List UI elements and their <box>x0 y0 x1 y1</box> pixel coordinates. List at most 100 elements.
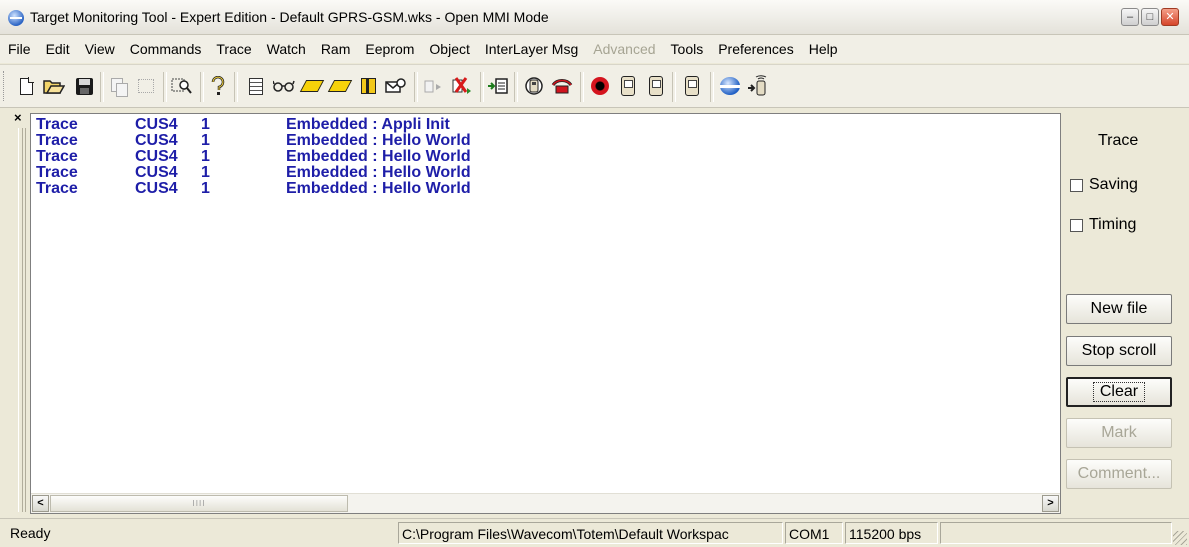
trace-level: 1 <box>201 116 210 133</box>
comment-button: Comment... <box>1066 459 1172 489</box>
status-empty-panel <box>940 522 1172 544</box>
record-icon[interactable] <box>588 74 612 98</box>
title-bar[interactable]: Target Monitoring Tool - Expert Edition … <box>0 0 1189 35</box>
app-icon[interactable] <box>8 10 24 26</box>
trace-module: CUS4 <box>135 116 178 133</box>
trace-module: CUS4 <box>135 148 178 165</box>
toolbar-separator <box>710 72 714 102</box>
clear-button[interactable]: Clear <box>1066 377 1172 407</box>
menu-interlayer-msg[interactable]: InterLayer Msg <box>477 41 585 57</box>
trace-level: 1 <box>201 132 210 149</box>
trace-message: Embedded : Hello World <box>286 180 471 197</box>
menu-tools[interactable]: Tools <box>663 41 711 57</box>
menu-object[interactable]: Object <box>421 41 476 57</box>
scroll-right-button[interactable]: > <box>1042 495 1059 512</box>
timing-checkbox-box[interactable] <box>1070 218 1083 232</box>
phone-icon[interactable] <box>522 74 546 98</box>
trace-line[interactable]: Trace CUS4 1 Embedded : Hello World <box>34 149 1060 165</box>
close-button[interactable]: ✕ <box>1161 8 1179 26</box>
window-title: Target Monitoring Tool - Expert Edition … <box>30 9 549 25</box>
trace-line[interactable]: Trace CUS4 1 Embedded : Hello World <box>34 181 1060 197</box>
phone-edit-icon[interactable] <box>680 74 704 98</box>
stop-scroll-button[interactable]: Stop scroll <box>1066 336 1172 366</box>
clear-button-label: Clear <box>1092 382 1146 402</box>
trace-output-panel[interactable]: Trace CUS4 1 Embedded : Appli Init Trace… <box>30 113 1061 514</box>
saving-checkbox[interactable]: Saving <box>1070 176 1138 194</box>
edit-icon[interactable] <box>327 74 353 98</box>
menu-commands[interactable]: Commands <box>122 41 209 57</box>
toolbar-grip[interactable] <box>3 71 7 101</box>
menu-eeprom[interactable]: Eeprom <box>357 41 421 57</box>
scroll-thumb[interactable]: IIII <box>50 495 348 512</box>
new-file-button-label: New file <box>1090 300 1148 317</box>
menu-watch[interactable]: Watch <box>259 41 313 57</box>
message-icon[interactable] <box>384 74 408 98</box>
toolbar-separator <box>200 72 204 102</box>
trace-level: 1 <box>201 180 210 197</box>
trace-line[interactable]: Trace CUS4 1 Embedded : Hello World <box>34 165 1060 181</box>
edit-icon[interactable] <box>299 74 325 98</box>
insert-icon[interactable] <box>486 74 510 98</box>
help-icon[interactable] <box>206 74 230 98</box>
trace-line[interactable]: Trace CUS4 1 Embedded : Hello World <box>34 133 1060 149</box>
trace-message: Embedded : Hello World <box>286 164 471 181</box>
new-file-button[interactable]: New file <box>1066 294 1172 324</box>
connect-icon[interactable] <box>718 74 742 98</box>
saving-label: Saving <box>1089 176 1138 193</box>
find-icon[interactable] <box>170 74 194 98</box>
trace-module: CUS4 <box>135 132 178 149</box>
phone-up-icon[interactable] <box>616 74 640 98</box>
saving-checkbox-box[interactable] <box>1070 178 1083 192</box>
trace-line[interactable]: Trace CUS4 1 Embedded : Appli Init <box>34 117 1060 133</box>
resize-grip[interactable] <box>1173 531 1187 545</box>
trace-type: Trace <box>36 132 78 149</box>
trace-level: 1 <box>201 148 210 165</box>
menu-advanced: Advanced <box>593 41 656 57</box>
gift-icon[interactable] <box>356 74 380 98</box>
status-port: COM1 <box>785 522 843 544</box>
signal-icon[interactable] <box>746 74 770 98</box>
notepad-icon[interactable] <box>244 74 268 98</box>
dock-close-button[interactable]: × <box>14 110 22 125</box>
scroll-left-button[interactable]: < <box>32 495 49 512</box>
menu-preferences[interactable]: Preferences <box>710 41 800 57</box>
trace-type: Trace <box>36 180 78 197</box>
toolbar-separator <box>414 72 418 102</box>
menu-view[interactable]: View <box>77 41 122 57</box>
main-window: Target Monitoring Tool - Expert Edition … <box>0 0 1189 547</box>
status-baud: 115200 bps <box>845 522 938 544</box>
status-ready: Ready <box>10 525 51 541</box>
menu-edit[interactable]: Edit <box>38 41 77 57</box>
window-controls: – □ ✕ <box>1121 8 1179 26</box>
trace-message: Embedded : Hello World <box>286 132 471 149</box>
menu-file[interactable]: File <box>0 41 38 57</box>
timing-checkbox[interactable]: Timing <box>1070 216 1136 234</box>
glasses-icon[interactable] <box>272 74 296 98</box>
mark-button-label: Mark <box>1101 424 1137 441</box>
status-path: C:\Program Files\Wavecom\Totem\Default W… <box>398 522 783 544</box>
new-file-icon[interactable] <box>14 74 38 98</box>
phone-down-icon[interactable] <box>644 74 668 98</box>
timing-label: Timing <box>1089 216 1137 233</box>
horizontal-scrollbar[interactable]: < IIII > <box>31 493 1060 513</box>
trace-level: 1 <box>201 164 210 181</box>
dock-grip-line <box>22 128 24 512</box>
menu-ram[interactable]: Ram <box>313 41 358 57</box>
toolbar-separator <box>580 72 584 102</box>
trace-module: CUS4 <box>135 164 178 181</box>
toolbar-separator <box>100 72 104 102</box>
toolbar-separator <box>163 72 167 102</box>
status-bar: Ready C:\Program Files\Wavecom\Totem\Def… <box>0 518 1189 547</box>
plug-icon[interactable] <box>550 74 574 98</box>
menu-trace[interactable]: Trace <box>208 41 258 57</box>
save-icon[interactable] <box>72 74 96 98</box>
menu-help[interactable]: Help <box>801 41 845 57</box>
maximize-button[interactable]: □ <box>1141 8 1159 26</box>
play-icon <box>422 74 446 98</box>
minimize-button[interactable]: – <box>1121 8 1139 26</box>
toolbar-separator <box>480 72 484 102</box>
open-folder-icon[interactable] <box>42 74 66 98</box>
copy-icon <box>106 74 130 98</box>
toolbar-separator <box>234 72 238 102</box>
stop-icon[interactable] <box>450 74 474 98</box>
